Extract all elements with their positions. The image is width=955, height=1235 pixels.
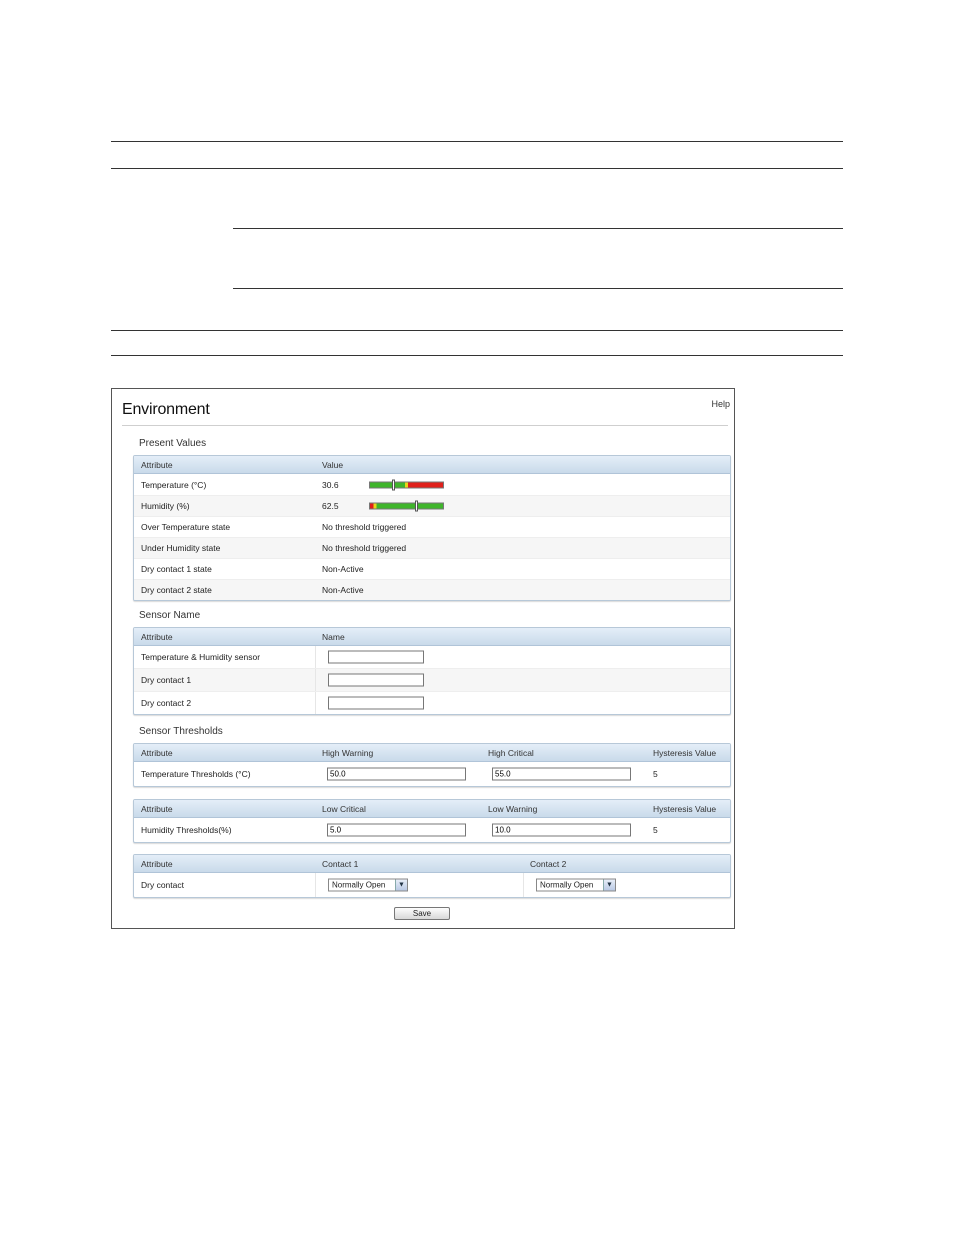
high-critical-input[interactable] [492, 767, 631, 781]
col-contact-1: Contact 1 [322, 859, 359, 869]
table-row: Humidity (%) 62.5 [134, 496, 730, 517]
table-row: Dry contact 1 state Non-Active [134, 559, 730, 580]
row-value: No threshold triggered [322, 543, 407, 553]
low-critical-input[interactable] [327, 823, 466, 837]
col-low-warning: Low Warning [488, 804, 538, 814]
column-divider [315, 669, 316, 691]
page-rule [233, 288, 843, 289]
table-row: Temperature Thresholds (°C) 5 [134, 762, 730, 786]
dry-contact-1-name-input[interactable] [328, 673, 424, 687]
sensor-name-title: Sensor Name [139, 610, 201, 621]
row-attribute: Dry contact 1 [141, 675, 192, 685]
humidity-gauge [369, 500, 444, 512]
sensor-name-table: Attribute Name Temperature & Humidity se… [133, 627, 731, 715]
row-attribute: Over Temperature state [141, 522, 231, 532]
page-rule [111, 168, 843, 169]
table-header: Attribute Contact 1 Contact 2 [134, 855, 730, 873]
col-attribute: Attribute [141, 460, 173, 470]
row-attribute: Temperature (°C) [141, 479, 207, 490]
table-header: Attribute High Warning High Critical Hys… [134, 744, 730, 762]
row-value: Non-Active [322, 564, 364, 574]
table-row: Dry contact Normally Open ▼ Normally Ope… [134, 873, 730, 897]
table-header: Attribute Low Critical Low Warning Hyste… [134, 800, 730, 818]
contact-2-select[interactable]: Normally Open ▼ [536, 878, 616, 892]
column-divider [315, 646, 316, 668]
row-attribute: Temperature Thresholds (°C) [141, 769, 251, 779]
column-divider [315, 692, 316, 714]
humidity-thresholds-table: Attribute Low Critical Low Warning Hyste… [133, 799, 731, 843]
table-row: Under Humidity state No threshold trigge… [134, 538, 730, 559]
col-high-critical: High Critical [488, 748, 534, 758]
col-value: Value [322, 460, 344, 470]
table-row: Over Temperature state No threshold trig… [134, 517, 730, 538]
table-row: Temperature & Humidity sensor [134, 646, 730, 669]
save-button[interactable]: Save [394, 907, 450, 920]
page-rule [111, 141, 843, 142]
column-divider [523, 873, 524, 897]
temperature-gauge [369, 479, 444, 490]
humidity-gauge-marker [415, 500, 418, 512]
col-attribute: Attribute [141, 632, 173, 642]
col-attribute: Attribute [141, 859, 173, 869]
contact-2-selected-value: Normally Open [540, 880, 594, 890]
col-contact-2: Contact 2 [530, 859, 567, 869]
row-attribute: Dry contact [141, 880, 184, 890]
table-header: Attribute Name [134, 628, 730, 646]
col-hysteresis: Hysteresis Value [653, 804, 717, 814]
col-high-warning: High Warning [322, 748, 374, 758]
column-divider [315, 873, 316, 897]
row-value: No threshold triggered [322, 522, 407, 532]
temperature-hysteresis-value: 5 [653, 769, 658, 779]
humidity-value: 62.5 [322, 501, 339, 511]
table-row: Temperature (°C) 30.6 [134, 474, 730, 496]
row-attribute: Under Humidity state [141, 543, 221, 553]
chevron-down-icon[interactable]: ▼ [395, 879, 407, 891]
temperature-value: 30.6 [322, 479, 339, 490]
table-row: Dry contact 1 [134, 669, 730, 692]
low-warning-input[interactable] [492, 823, 631, 837]
page-rule [111, 330, 843, 331]
dry-contact-table: Attribute Contact 1 Contact 2 Dry contac… [133, 854, 731, 898]
environment-panel: Environment Help Present Values Attribut… [111, 388, 735, 929]
row-attribute: Humidity Thresholds(%) [141, 825, 232, 835]
col-attribute: Attribute [141, 748, 173, 758]
col-hysteresis: Hysteresis Value [653, 748, 717, 758]
page-rule [233, 228, 843, 229]
panel-title: Environment [122, 401, 210, 418]
temperature-gauge-marker [392, 479, 395, 490]
row-attribute: Dry contact 1 state [141, 564, 212, 574]
temp-humidity-sensor-name-input[interactable] [328, 650, 424, 664]
help-link[interactable]: Help [711, 399, 730, 409]
col-attribute: Attribute [141, 804, 173, 814]
sensor-thresholds-title: Sensor Thresholds [139, 726, 223, 737]
temperature-thresholds-table: Attribute High Warning High Critical Hys… [133, 743, 731, 787]
contact-1-selected-value: Normally Open [332, 880, 386, 890]
table-row: Dry contact 2 state Non-Active [134, 580, 730, 600]
row-attribute: Humidity (%) [141, 501, 190, 511]
present-values-table: Attribute Value Temperature (°C) 30.6 Hu… [133, 455, 731, 601]
col-name: Name [322, 632, 345, 642]
page-rule [111, 355, 843, 356]
humidity-hysteresis-value: 5 [653, 825, 658, 835]
table-row: Dry contact 2 [134, 692, 730, 714]
col-low-critical: Low Critical [322, 804, 366, 814]
contact-1-select[interactable]: Normally Open ▼ [328, 878, 408, 892]
chevron-down-icon[interactable]: ▼ [603, 879, 615, 891]
row-value: Non-Active [322, 585, 364, 595]
row-attribute: Dry contact 2 state [141, 585, 212, 595]
row-attribute: Temperature & Humidity sensor [141, 652, 261, 662]
row-attribute: Dry contact 2 [141, 698, 192, 708]
present-values-title: Present Values [139, 438, 207, 449]
dry-contact-2-name-input[interactable] [328, 696, 424, 710]
table-row: Humidity Thresholds(%) 5 [134, 818, 730, 842]
high-warning-input[interactable] [327, 767, 466, 781]
table-header: Attribute Value [134, 456, 730, 474]
title-divider [122, 425, 728, 426]
